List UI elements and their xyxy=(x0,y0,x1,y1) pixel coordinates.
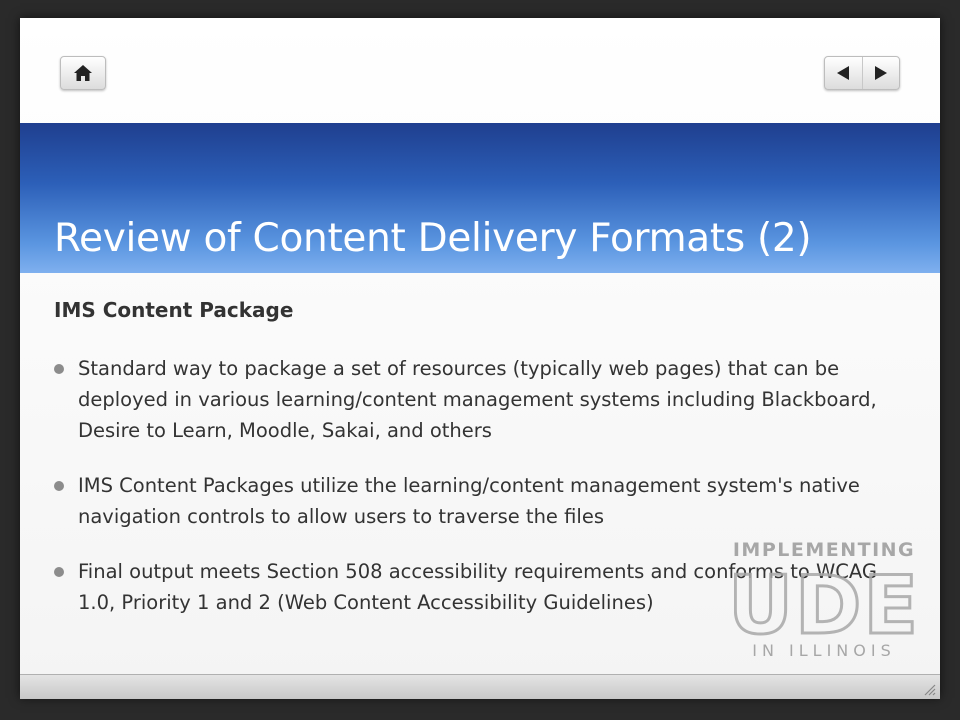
pager-buttons xyxy=(824,56,900,90)
bullet-text: IMS Content Packages utilize the learnin… xyxy=(78,474,860,528)
implementing-ude-logo: IMPLEMENTING UDE IN ILLINOIS xyxy=(734,539,914,660)
bullet-item: Standard way to package a set of resourc… xyxy=(54,353,914,446)
bottom-bar xyxy=(20,674,940,699)
bullet-text: Standard way to package a set of resourc… xyxy=(78,357,877,442)
resize-grip-icon[interactable] xyxy=(922,682,936,696)
slide: Review of Content Delivery Formats (2) I… xyxy=(20,18,940,699)
triangle-left-icon xyxy=(837,66,850,80)
home-button[interactable] xyxy=(60,56,106,90)
triangle-right-icon xyxy=(874,66,887,80)
home-icon xyxy=(74,65,92,81)
slide-title: Review of Content Delivery Formats (2) xyxy=(54,216,812,261)
bullet-dot-icon xyxy=(54,567,64,577)
logo-top-text: IMPLEMENTING xyxy=(734,539,914,561)
bullet-item: IMS Content Packages utilize the learnin… xyxy=(54,470,914,532)
next-slide-button[interactable] xyxy=(862,57,899,89)
logo-letters: UDE xyxy=(734,559,914,652)
slide-subtitle: IMS Content Package xyxy=(54,298,294,322)
logo-bottom-text: IN ILLINOIS xyxy=(752,641,895,660)
bullet-dot-icon xyxy=(54,481,64,491)
previous-slide-button[interactable] xyxy=(825,57,862,89)
bullet-dot-icon xyxy=(54,364,64,374)
